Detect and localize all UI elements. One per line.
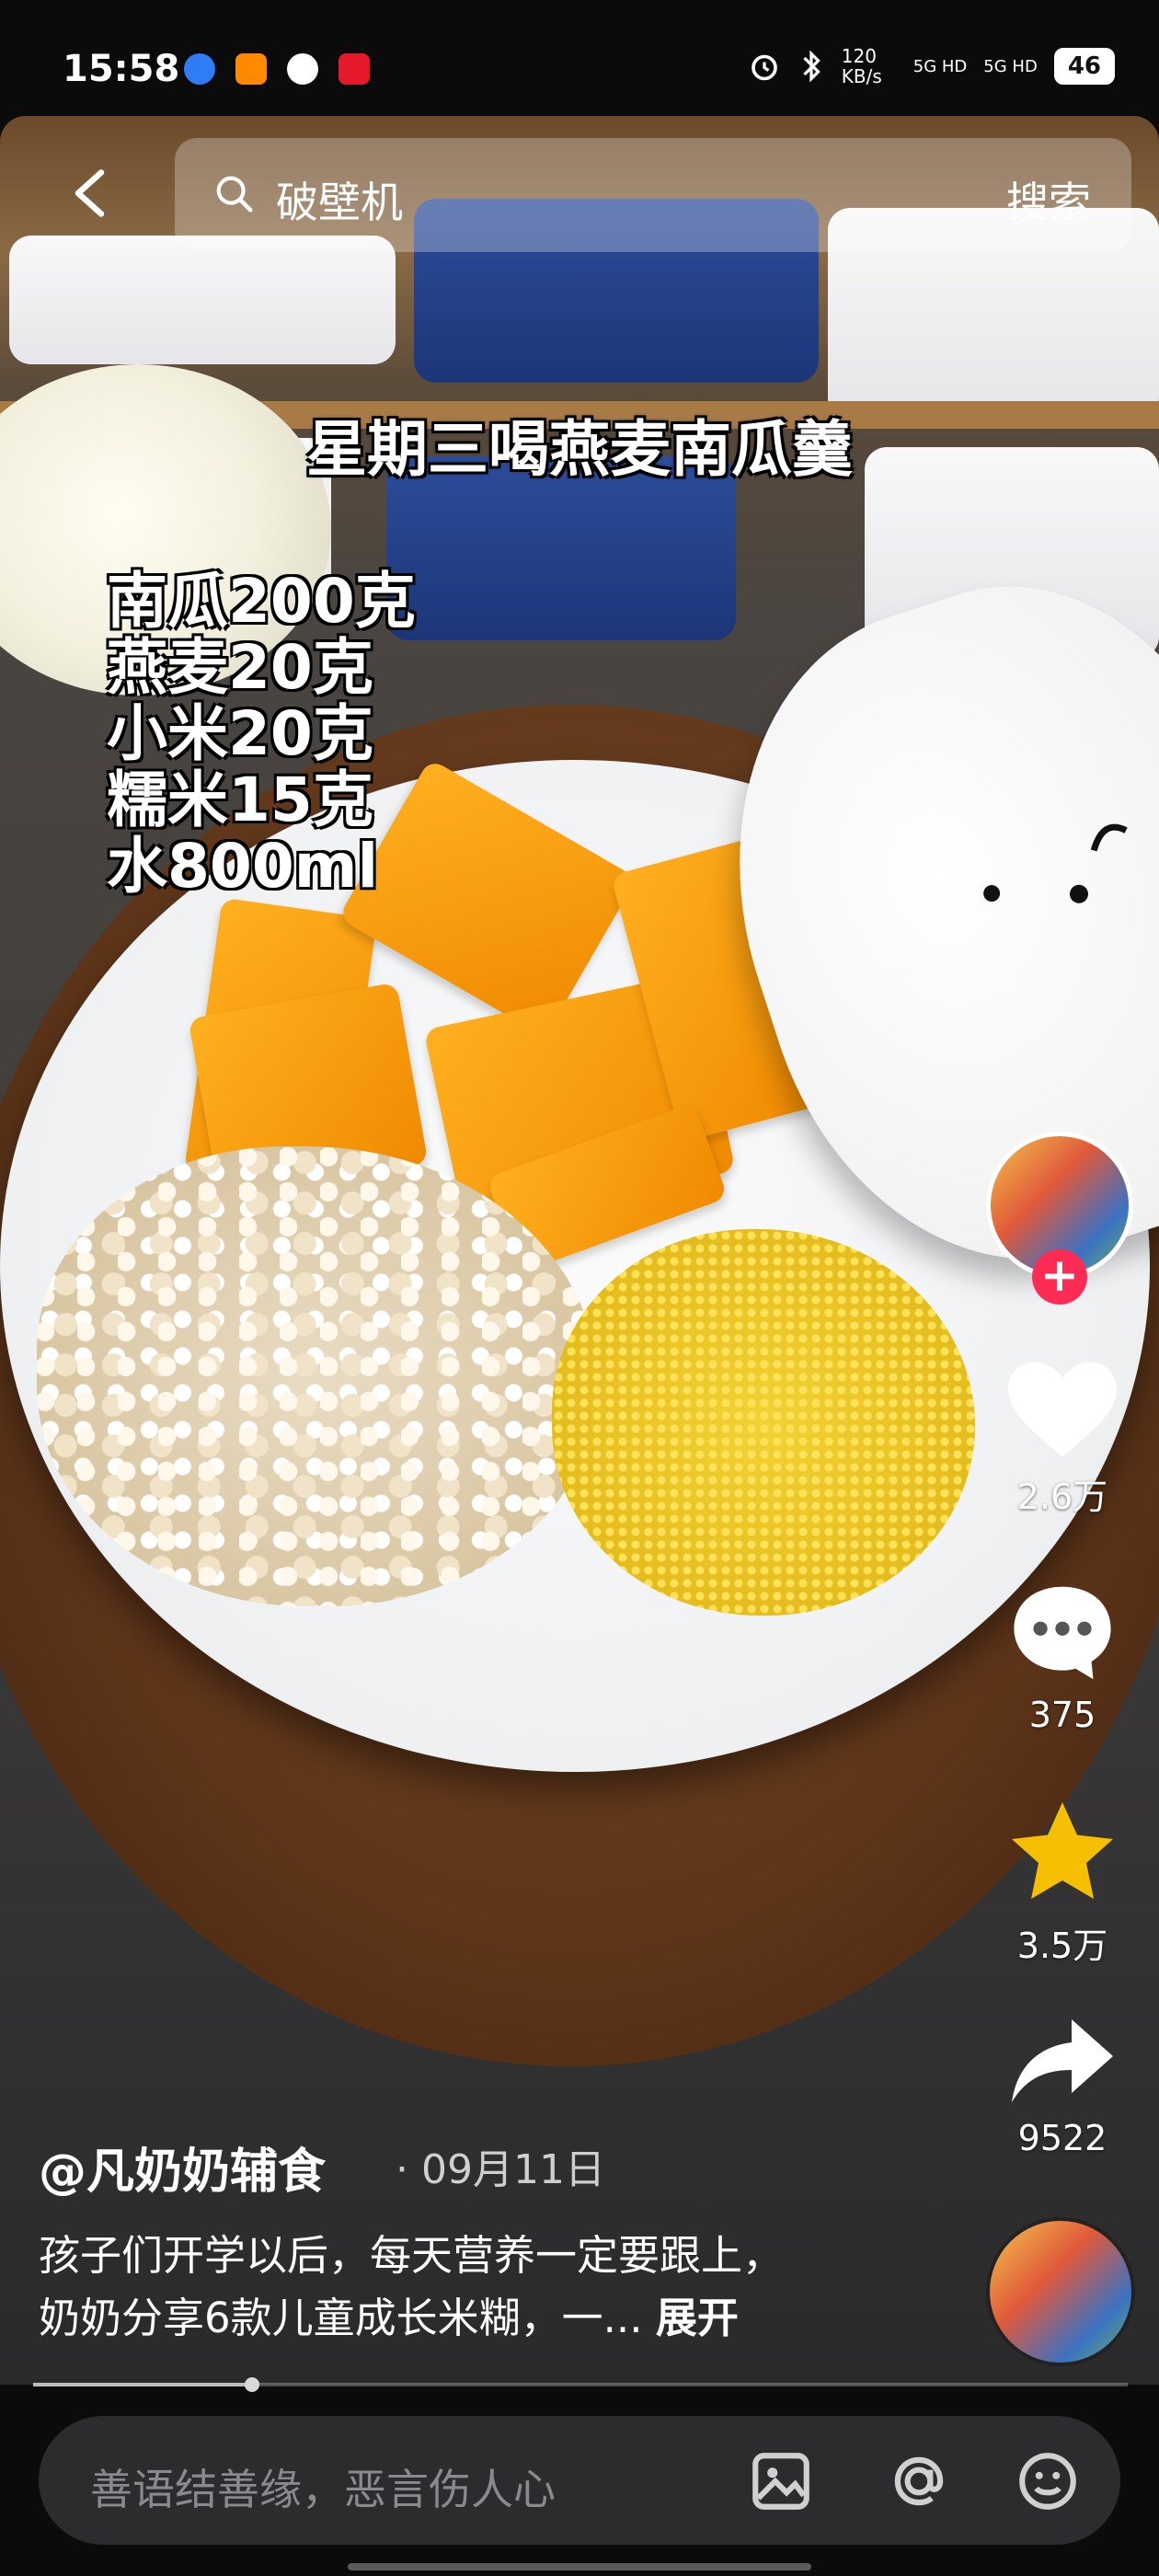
jar-decoration [9, 236, 396, 364]
like-action[interactable]: 2.6万 [975, 1362, 1150, 1519]
post-date-text: 09月11日 [420, 2146, 605, 2193]
red-app-icon [339, 53, 370, 85]
comment-icon[interactable] [1009, 1582, 1116, 1684]
video-progress-bar[interactable] [33, 2377, 1128, 2392]
notification-icons [184, 53, 370, 85]
recipe-line: 糯米15克 [107, 765, 373, 835]
description-line-1: 孩子们开学以后，每天营养一定要跟上， [39, 2231, 785, 2280]
share-icon[interactable] [1007, 2015, 1118, 2107]
home-indicator[interactable] [348, 2563, 811, 2570]
favorite-count: 3.5万 [1016, 1926, 1108, 1966]
alarm-icon [751, 54, 777, 81]
post-description[interactable]: 孩子们开学以后，每天营养一定要跟上， 奶奶分享6款儿童成长米糊，一... 展开 [39, 2225, 922, 2350]
search-query[interactable]: 破壁机 [276, 169, 403, 230]
bowl-face-icon [983, 823, 1128, 903]
image-icon[interactable] [747, 2447, 815, 2515]
bluetooth-icon [803, 50, 820, 83]
taobao-app-icon [235, 53, 267, 85]
search-button[interactable]: 搜索 [1006, 169, 1091, 230]
back-icon[interactable] [64, 166, 120, 221]
comment-count: 375 [1028, 1695, 1096, 1735]
star-icon[interactable] [1007, 1800, 1118, 1906]
emoji-icon[interactable] [1014, 2447, 1082, 2515]
progress-handle[interactable] [245, 2377, 259, 2392]
like-count: 2.6万 [1016, 1477, 1108, 1517]
author-name[interactable]: @凡奶奶辅食 [39, 2133, 326, 2202]
recipe-line: 小米20克 [107, 698, 373, 769]
comment-action[interactable]: 375 [975, 1582, 1150, 1735]
signal-1: 5G HD [912, 56, 968, 76]
share-action[interactable]: 9522 [975, 2015, 1150, 2158]
expand-button[interactable]: 展开 [656, 2294, 739, 2342]
planet-app-icon [184, 53, 215, 85]
status-right: 120 KB/s 5G HD 5G HD 46 [748, 46, 1115, 86]
share-count: 9522 [1017, 2118, 1107, 2158]
heart-icon[interactable] [1008, 1362, 1117, 1457]
millet-pile [552, 1229, 975, 1616]
battery-indicator: 46 [1053, 48, 1115, 85]
post-date: · 09月11日 [396, 2146, 605, 2193]
video-headline: 星期三喝燕麦南瓜羹 [306, 414, 853, 485]
network-speed: 120 KB/s [841, 45, 882, 87]
comment-input[interactable]: 善语结善缘，恶言伤人心 [39, 2416, 1120, 2545]
top-bar: 破壁机 搜索 [55, 138, 1141, 252]
mention-icon[interactable] [885, 2447, 953, 2515]
recipe-line: 水800ml [107, 831, 379, 902]
comment-area: 善语结善缘，恶言伤人心 [0, 2392, 1159, 2576]
comment-placeholder: 善语结善缘，恶言伤人心 [90, 2465, 556, 2514]
recipe-list: 南瓜200克 燕麦20克 小米20克 糯米15克 水800ml [107, 569, 416, 900]
wechat-icon [287, 53, 318, 85]
status-bar: 15:58 120 KB/s 5G HD 5G HD 46 [0, 0, 1159, 116]
recipe-line: 燕麦20克 [107, 632, 373, 703]
recipe-line: 南瓜200克 [107, 566, 416, 637]
description-line-2-text: 奶奶分享6款儿童成长米糊，一... [39, 2294, 643, 2342]
progress-fill [33, 2383, 252, 2386]
music-disc-avatar[interactable] [986, 2217, 1135, 2366]
status-time: 15:58 [63, 48, 180, 90]
follow-button[interactable]: + [1032, 1249, 1087, 1305]
favorite-action[interactable]: 3.5万 [975, 1800, 1150, 1968]
signal-2: 5G HD [983, 56, 1038, 76]
search-icon [216, 176, 253, 213]
search-bar[interactable]: 破壁机 搜索 [175, 138, 1131, 252]
description-line-2: 奶奶分享6款儿童成长米糊，一... 展开 [39, 2287, 922, 2350]
